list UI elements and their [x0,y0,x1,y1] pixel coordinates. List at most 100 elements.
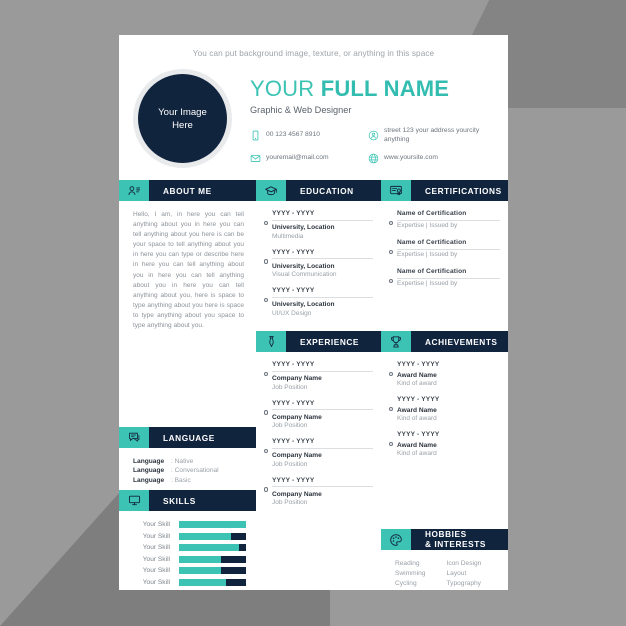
entry-title: Name of Certification [397,268,500,279]
contact-website[interactable]: www.yoursite.com [368,153,494,164]
list-item: Your Skill [133,532,246,540]
entry-date: YYYY - YYYY [397,396,440,404]
skill-name: Your Skill [142,521,170,528]
entry-title: Award Name [397,441,437,449]
list-item[interactable]: YYYY - YYYY University, Location Visual … [260,249,373,278]
language-level: : Native [171,458,194,465]
section-about-me[interactable]: ABOUT ME [119,180,256,201]
content-row-1: Hello, I am, in here you can tell anythi… [119,201,508,331]
skill-bar-fill [179,555,221,563]
language-level: : Conversational [171,467,219,475]
skill-bar-fill [179,532,232,540]
skill-bar-track [179,532,246,540]
section-education[interactable]: EDUCATION [256,180,381,201]
list-item[interactable]: YYYY - YYYY Award Name Kind of award [385,431,500,457]
section-hobbies[interactable]: HOBBIES & INTERESTS [381,529,508,550]
section-skills-label: SKILLS [149,490,256,511]
about-me-text: Hello, I am, in here you can tell anythi… [133,211,244,330]
bullet-icon [385,210,397,230]
skill-bar-track [179,555,246,563]
entry-title: Company Name [272,452,322,460]
entry-title: University, Location [272,224,335,231]
bullet-icon [385,431,397,457]
avatar-ring: Your Image Here [133,69,232,168]
bullet-icon [260,287,272,317]
list-item: Icon Design [446,560,482,567]
experience-list: YYYY - YYYY Company Name Job Position YY… [256,352,381,506]
section-experience-label: EXPERIENCE [286,331,381,353]
page-title: YOUR FULL NAME [250,77,494,100]
hobbies-column-2: Icon Design Layout Typography [447,559,499,588]
location-pin-icon [368,130,379,141]
list-item[interactable]: YYYY - YYYY Company Name Job Position [260,438,373,468]
entry-title: Company Name [272,375,322,383]
speech-bubble-icon [119,427,149,448]
list-item[interactable]: YYYY - YYYY Award Name Kind of award [385,396,500,422]
skills-list: Your Skill Your Skill Your Skill Your Sk… [119,511,256,586]
section-achievements[interactable]: ACHIEVEMENTS [381,331,508,353]
skill-bar-track [179,567,246,575]
contact-list: 00 123 4567 8910 street 123 your address… [250,127,494,164]
entry-title: Award Name [397,406,437,414]
section-language[interactable]: LANGUAGE [119,427,256,448]
skill-bar-track [179,521,246,528]
skill-name: Your Skill [142,532,170,540]
monitor-icon [119,490,149,511]
resume-page: You can put background image, texture, o… [119,35,508,590]
list-item[interactable]: Name of Certification Expertise | Issued… [385,210,500,230]
list-item[interactable]: YYYY - YYYY Award Name Kind of award [385,361,500,387]
envelope-icon [250,155,261,162]
list-item: Reading [395,560,420,567]
language-block: LANGUAGE Language : Native Language : Co… [119,427,256,485]
skill-bar-track [179,544,246,552]
list-item: Language : Basic [133,476,246,485]
certifications-list: Name of Certification Expertise | Issued… [381,201,508,288]
list-item: Typography [446,579,481,587]
skill-bar-fill [179,578,226,586]
contact-phone[interactable]: 00 123 4567 8910 [250,127,368,144]
contact-website-text: www.yoursite.com [384,154,438,162]
skill-name: Your Skill [142,567,170,575]
skill-name: Your Skill [142,578,170,586]
list-item: Layout [446,569,467,577]
education-list: YYYY - YYYY University, Location Multime… [256,201,381,317]
person-list-icon [119,180,149,201]
achievements-list: YYYY - YYYY Award Name Kind of award YYY… [381,352,508,457]
list-item: Your Skill [133,521,246,528]
entry-subtitle: Job Position [272,422,308,430]
section-skills[interactable]: SKILLS [119,490,256,511]
entry-subtitle: Multimedia [272,232,304,240]
section-certifications[interactable]: CERTIFICATIONS [381,180,508,201]
bullet-icon [385,268,397,288]
bullet-icon [385,239,397,259]
list-item[interactable]: Name of Certification Expertise | Issued… [385,239,500,259]
entry-date: YYYY - YYYY [272,210,373,221]
globe-icon [368,153,379,164]
entry-subtitle: Kind of award [397,415,437,423]
entry-title: Company Name [272,413,322,421]
list-item: Your Skill [133,578,246,586]
list-item[interactable]: YYYY - YYYY Company Name Job Position [260,477,373,506]
section-experience[interactable]: EXPERIENCE [256,331,381,353]
skill-name: Your Skill [142,544,170,552]
hobbies-block: HOBBIES & INTERESTS Reading Swimming Cyc… [381,529,508,588]
hobbies-column-1: Reading Swimming Cycling [395,559,447,588]
bullet-icon [385,361,397,387]
resume-header: Your Image Here YOUR FULL NAME Graphic &… [119,58,508,168]
contact-address-text: street 123 your address yourcity anythin… [384,127,480,143]
list-item[interactable]: YYYY - YYYY University, Location Multime… [260,210,373,240]
list-item[interactable]: YYYY - YYYY University, Location UI/UX D… [260,287,373,317]
list-item: Swimming [395,569,426,577]
contact-phone-text: 00 123 4567 8910 [266,131,320,139]
section-language-label: LANGUAGE [149,427,256,448]
entry-date: YYYY - YYYY [272,249,373,259]
contact-address[interactable]: street 123 your address yourcity anythin… [368,127,494,144]
avatar[interactable]: Your Image Here [138,74,227,163]
list-item[interactable]: Name of Certification Expertise | Issued… [385,268,500,288]
list-item[interactable]: YYYY - YYYY Company Name Job Position [260,361,373,391]
name-first: YOUR [250,76,315,102]
list-item[interactable]: YYYY - YYYY Company Name Job Position [260,400,373,430]
entry-title: Name of Certification [397,210,500,221]
contact-email[interactable]: youremail@mail.com [250,153,368,164]
contact-email-text: youremail@mail.com [266,154,329,162]
